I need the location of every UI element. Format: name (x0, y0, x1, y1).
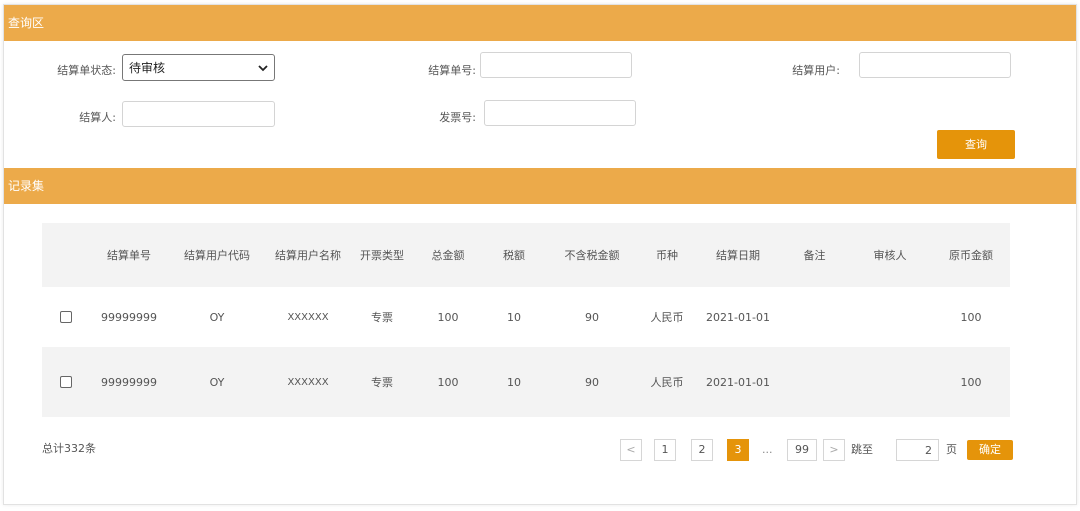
pagination: < 1 2 3 ... 99 > 跳至 页 确定 (4, 439, 1076, 461)
cell-user-code: OY (209, 375, 225, 389)
cell-total-amount: 100 (437, 375, 459, 389)
settlement-page: 查询区 结算单状态: 待审核 结算单号: 结算用户: 结算人: 发票号: 查询 … (3, 4, 1077, 505)
col-amount-ex-tax: 不含税金额 (564, 249, 620, 262)
cell-amount-ex-tax: 90 (585, 310, 599, 324)
jump-label: 跳至 (851, 443, 873, 456)
cell-reviewer (860, 287, 920, 347)
user-input[interactable] (859, 52, 1011, 78)
status-select[interactable]: 待审核 (122, 54, 275, 81)
status-select-value: 待审核 (129, 61, 166, 75)
header-checkbox-col (42, 223, 90, 287)
query-area-header: 查询区 (4, 5, 1076, 41)
confirm-jump-button[interactable]: 确定 (967, 440, 1013, 460)
chevron-down-icon (258, 64, 268, 71)
col-original-amount: 原币金额 (949, 249, 993, 262)
invoice-label: 发票号: (439, 111, 476, 124)
cell-order-no: 99999999 (101, 375, 157, 389)
cell-tax: 10 (507, 310, 521, 324)
query-button[interactable]: 查询 (937, 130, 1015, 159)
cell-currency: 人民币 (650, 376, 684, 389)
col-invoice-type: 开票类型 (360, 249, 404, 262)
page-99-button[interactable]: 99 (787, 439, 817, 461)
invoice-input[interactable] (484, 100, 636, 126)
col-total-amount: 总金额 (431, 249, 465, 262)
cell-settle-date: 2021-01-01 (706, 310, 770, 324)
cell-user-code: OY (209, 310, 225, 324)
cell-invoice-type: 专票 (371, 311, 393, 324)
cell-amount-ex-tax: 90 (585, 375, 599, 389)
cell-settle-date: 2021-01-01 (706, 375, 770, 389)
cell-user-name: XXXXXX (287, 311, 329, 323)
page-unit-label: 页 (946, 443, 957, 456)
col-settle-date: 结算日期 (716, 249, 760, 262)
table-header: 结算单号 结算用户代码 结算用户名称 开票类型 总金额 税额 不含税金额 币种 … (42, 223, 1010, 287)
cell-total-amount: 100 (437, 310, 459, 324)
col-currency: 币种 (656, 249, 678, 262)
order-no-label: 结算单号: (428, 64, 476, 77)
user-label: 结算用户: (792, 64, 840, 77)
order-no-input[interactable] (480, 52, 632, 78)
page-2-button[interactable]: 2 (691, 439, 713, 461)
col-tax: 税额 (503, 249, 525, 262)
row-checkbox[interactable] (60, 376, 72, 388)
status-label: 结算单状态: (57, 64, 116, 77)
col-user-name: 结算用户名称 (275, 249, 341, 262)
page-1-button[interactable]: 1 (654, 439, 676, 461)
col-remark: 备注 (803, 249, 826, 262)
cell-tax: 10 (507, 375, 521, 389)
jump-page-input[interactable] (896, 439, 939, 461)
cell-original-amount: 100 (960, 310, 982, 324)
col-order-no: 结算单号 (107, 249, 151, 262)
cell-remark (787, 347, 842, 417)
settler-label: 结算人: (79, 111, 116, 124)
cell-order-no: 99999999 (101, 310, 157, 324)
next-page-button[interactable]: > (823, 439, 845, 461)
page-ellipsis: ... (762, 443, 773, 456)
col-user-code: 结算用户代码 (184, 249, 250, 262)
records-title: 记录集 (8, 179, 45, 193)
cell-remark (787, 287, 842, 347)
cell-original-amount: 100 (960, 375, 982, 389)
records-table: 结算单号 结算用户代码 结算用户名称 开票类型 总金额 税额 不含税金额 币种 … (42, 223, 1010, 417)
table-row[interactable]: 99999999 OY XXXXXX 专票 100 10 90 人民币 2021… (42, 287, 1010, 347)
col-reviewer: 审核人 (873, 249, 907, 262)
cell-reviewer (860, 347, 920, 417)
page-3-button[interactable]: 3 (727, 439, 749, 461)
cell-user-name: XXXXXX (287, 376, 329, 388)
settler-input[interactable] (122, 101, 275, 127)
table-row[interactable]: 99999999 OY XXXXXX 专票 100 10 90 人民币 2021… (42, 347, 1010, 417)
cell-invoice-type: 专票 (371, 376, 393, 389)
row-checkbox[interactable] (60, 311, 72, 323)
cell-currency: 人民币 (650, 311, 684, 324)
query-area-title: 查询区 (8, 16, 45, 30)
prev-page-button[interactable]: < (620, 439, 642, 461)
records-header: 记录集 (4, 168, 1076, 204)
